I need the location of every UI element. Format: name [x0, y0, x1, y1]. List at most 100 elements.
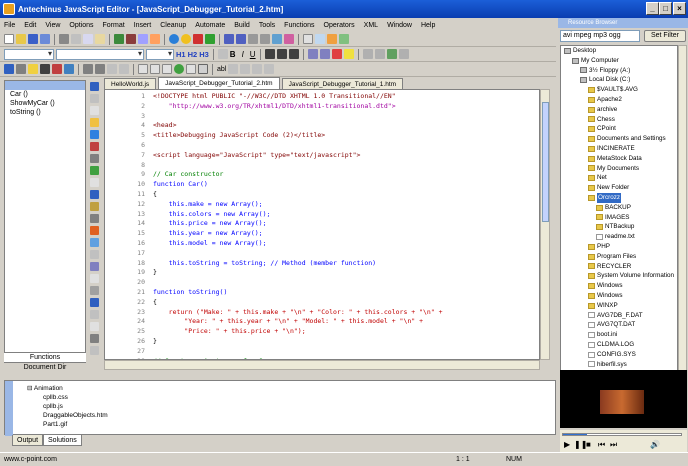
side-tool-16-icon[interactable]	[90, 262, 99, 271]
underline-button[interactable]: U	[250, 50, 256, 59]
tree-item[interactable]: Orcrozz	[561, 192, 677, 203]
textarea-icon[interactable]	[150, 64, 160, 74]
tree-item[interactable]: System Volume Information	[561, 271, 677, 281]
tab-helloworld[interactable]: HelloWorld.js	[104, 78, 157, 89]
side-tool-4-icon[interactable]	[90, 118, 99, 127]
stop-icon[interactable]: ■	[586, 440, 591, 449]
solution-item[interactable]: cpllb.css	[27, 393, 108, 402]
open-folder-icon[interactable]	[16, 34, 26, 44]
menu-automate[interactable]: Automate	[195, 22, 225, 29]
side-tool-1-icon[interactable]	[90, 82, 99, 91]
volume-icon[interactable]: 🔊	[650, 440, 660, 449]
redo-icon[interactable]	[126, 34, 136, 44]
tree-item[interactable]: MetaStock Data	[561, 154, 677, 164]
number-list-icon[interactable]	[319, 49, 330, 59]
align-center-icon[interactable]	[276, 49, 287, 59]
tree-item[interactable]: Windows	[561, 281, 677, 291]
object-icon[interactable]	[64, 64, 74, 74]
bookmark-icon[interactable]	[272, 34, 282, 44]
style-combo[interactable]	[4, 48, 54, 60]
next-icon[interactable]: ⏭	[610, 440, 617, 450]
side-tool-19-icon[interactable]	[90, 298, 99, 307]
tree-item[interactable]: New Folder	[561, 183, 677, 193]
side-tool-17-icon[interactable]	[90, 274, 99, 283]
editor-horizontal-scrollbar[interactable]	[104, 360, 540, 370]
filter-input[interactable]: avi mpeg mp3 ogg	[560, 30, 640, 42]
checkbox-icon[interactable]	[186, 64, 196, 74]
file-tree[interactable]: Desktop My Computer 3½ Floppy (A:) Local Di…	[560, 45, 678, 385]
seek-bar[interactable]	[562, 433, 682, 436]
menu-view[interactable]: View	[45, 22, 60, 29]
tree-item[interactable]: Desktop	[561, 46, 677, 56]
solution-item[interactable]: cpllb.js	[27, 402, 108, 411]
hr-icon[interactable]	[362, 49, 373, 59]
new-file-icon[interactable]	[4, 34, 14, 44]
scroll-thumb[interactable]	[542, 102, 549, 222]
select-icon[interactable]	[162, 64, 172, 74]
side-tool-15-icon[interactable]	[90, 250, 99, 259]
solution-item[interactable]: ⊟ Animation	[27, 384, 108, 393]
tab-output[interactable]: Output	[12, 435, 44, 446]
menu-cleanup[interactable]: Cleanup	[160, 22, 186, 29]
side-tool-12-icon[interactable]	[90, 214, 99, 223]
link-icon[interactable]	[339, 34, 349, 44]
tree-item[interactable]: AVG7QT.DAT	[561, 320, 677, 330]
menu-functions[interactable]: Functions	[284, 22, 314, 29]
div-icon[interactable]	[107, 64, 117, 74]
gear-icon[interactable]	[16, 64, 26, 74]
comment-icon[interactable]	[248, 34, 258, 44]
paragraph-icon[interactable]	[217, 49, 228, 59]
set-filter-button[interactable]: Set Filter	[644, 30, 686, 42]
button-icon[interactable]	[198, 64, 208, 74]
password-icon[interactable]	[240, 64, 251, 74]
prev-icon[interactable]: ⏮	[598, 440, 605, 450]
italic-button[interactable]: I	[242, 50, 244, 59]
tree-item[interactable]: $VAULT$.AVG	[561, 85, 677, 95]
function-item[interactable]: toString ()	[5, 108, 85, 117]
applet-icon[interactable]	[52, 64, 62, 74]
tree-item[interactable]: 3½ Floppy (A:)	[561, 66, 677, 76]
tree-item[interactable]: RECYCLER	[561, 262, 677, 272]
side-tool-8-icon[interactable]	[90, 166, 99, 175]
side-tool-23-icon[interactable]	[90, 346, 99, 355]
tree-item[interactable]: CONFIG.SYS	[561, 350, 677, 360]
anchor-tool-icon[interactable]	[4, 64, 14, 74]
copy-icon[interactable]	[83, 34, 93, 44]
menu-file[interactable]: File	[4, 22, 15, 29]
function-item[interactable]: ShowMyCar ()	[5, 99, 85, 108]
tree-item[interactable]: IMAGES	[561, 213, 677, 223]
solution-item[interactable]: DraggableObjects.htm	[27, 411, 108, 420]
form-icon[interactable]	[315, 34, 325, 44]
nbsp-icon[interactable]	[398, 49, 409, 59]
run-icon[interactable]	[181, 34, 191, 44]
tab-tutorial-2[interactable]: JavaScript_Debugger_Tutorial_2.htm	[158, 77, 280, 89]
tree-item[interactable]: hiberfil.sys	[561, 360, 677, 370]
side-tool-7-icon[interactable]	[90, 154, 99, 163]
side-tool-10-icon[interactable]	[90, 190, 99, 199]
hidden-field-icon[interactable]	[228, 64, 239, 74]
color-icon[interactable]	[284, 34, 294, 44]
tree-item[interactable]: My Computer	[561, 56, 677, 66]
link-button[interactable]: abl	[217, 66, 226, 73]
bullet-list-icon[interactable]	[307, 49, 318, 59]
tree-item[interactable]: PHP	[561, 242, 677, 252]
side-tool-18-icon[interactable]	[90, 286, 99, 295]
tree-item[interactable]: AVG7DB_F.DAT	[561, 311, 677, 321]
tree-item[interactable]: Program Files	[561, 252, 677, 262]
h3-button[interactable]: H3	[199, 50, 209, 59]
textbox-icon[interactable]	[138, 64, 148, 74]
tree-item[interactable]: Apache2	[561, 95, 677, 105]
tree-item[interactable]: Chess	[561, 115, 677, 125]
tree-item[interactable]: CLDMA.LOG	[561, 340, 677, 350]
font-combo[interactable]	[56, 48, 144, 60]
tree-item[interactable]: Windows	[561, 291, 677, 301]
image-tool-icon[interactable]	[28, 64, 38, 74]
break-icon[interactable]	[374, 49, 385, 59]
image-icon[interactable]	[327, 34, 337, 44]
anchor-icon[interactable]	[386, 49, 397, 59]
file-tree-scrollbar[interactable]	[678, 45, 687, 385]
cut-icon[interactable]	[71, 34, 81, 44]
side-tool-5-icon[interactable]	[90, 130, 99, 139]
save-all-icon[interactable]	[40, 34, 50, 44]
code-editor[interactable]: 1 <!DOCTYPE html PUBLIC "-//W3C//DTD XHTM…	[104, 89, 540, 360]
